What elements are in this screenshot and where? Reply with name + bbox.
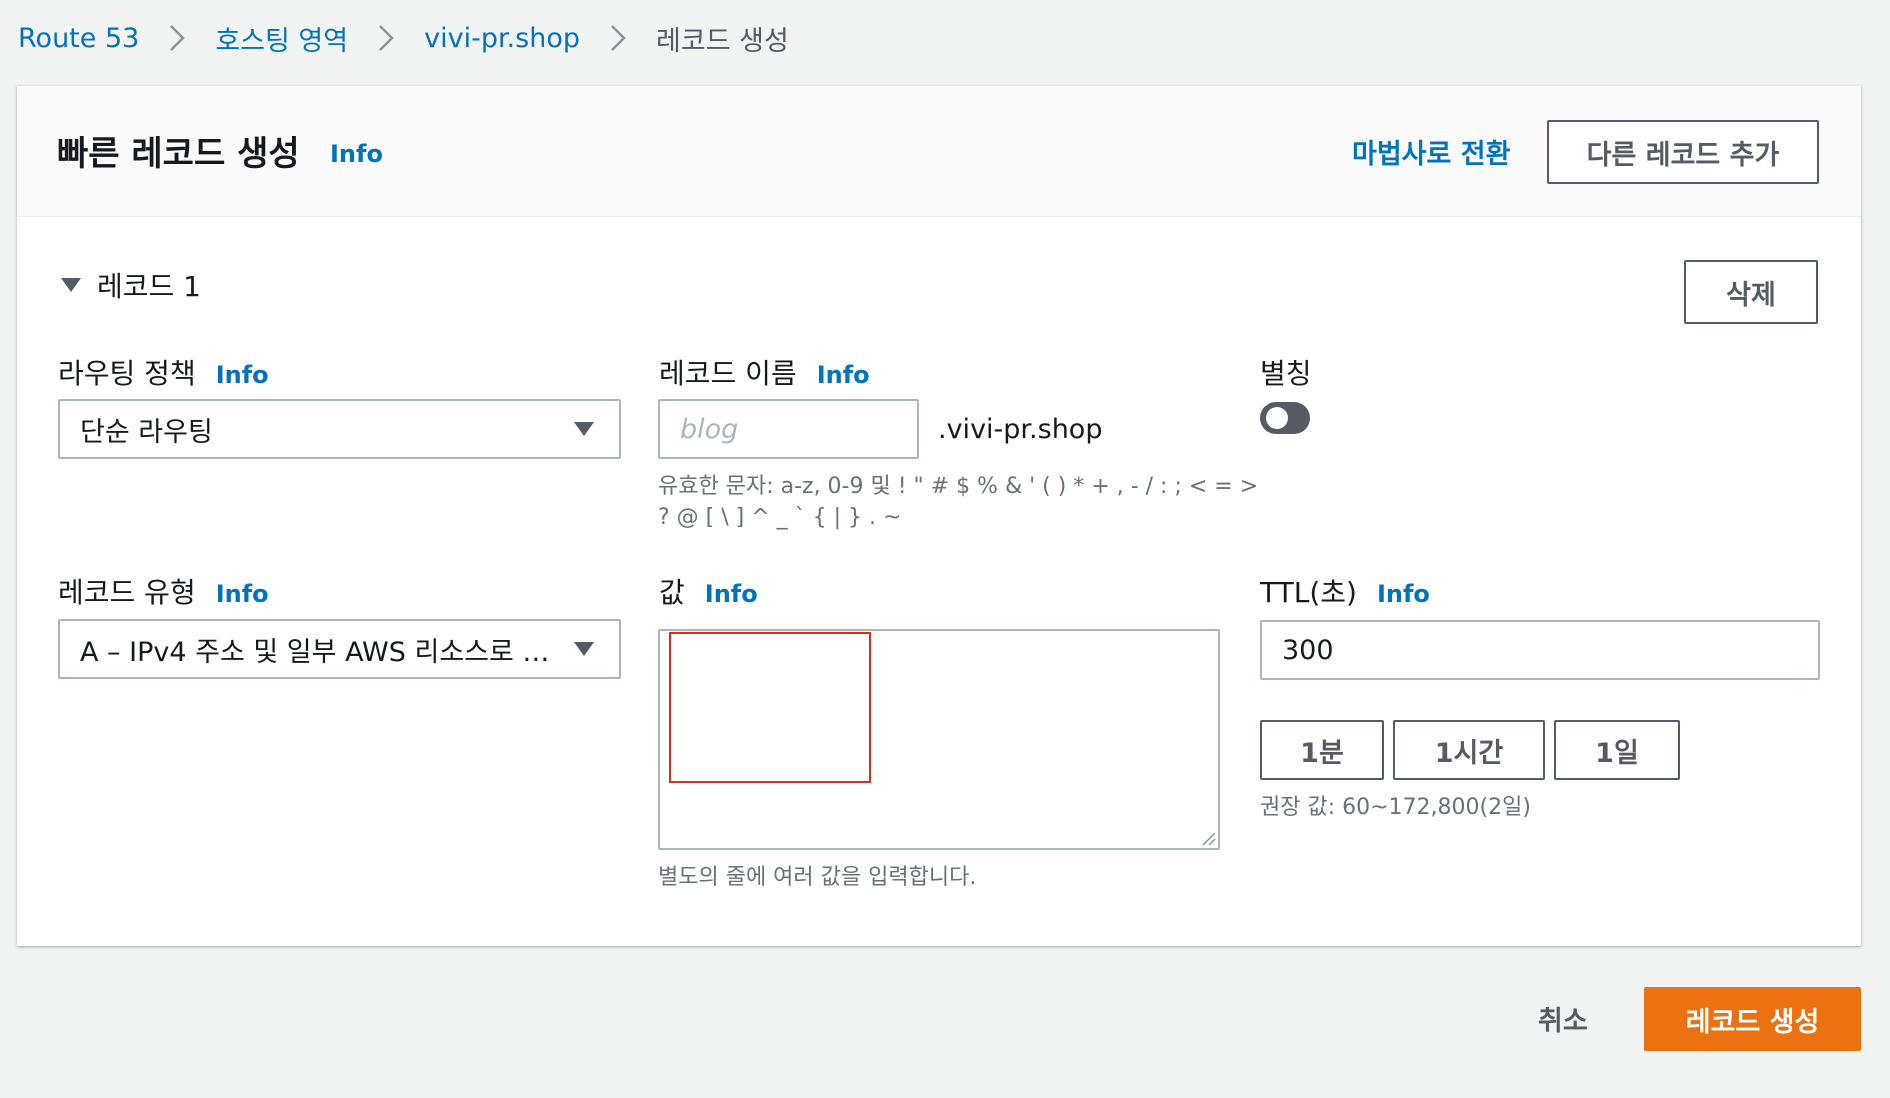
caret-down-icon [574,642,594,656]
record-name-input[interactable] [658,399,919,459]
breadcrumb-zone[interactable]: vivi-pr.shop [424,23,580,54]
ttl-label: TTL(초) Info [1260,571,1430,611]
alias-label: 별칭 [1260,352,1312,392]
chevron-right-icon [580,23,656,53]
ttl-1-hour-button[interactable]: 1시간 [1393,720,1545,780]
delete-record-button[interactable]: 삭제 [1684,260,1818,324]
ttl-1-day-button[interactable]: 1일 [1554,720,1680,780]
record-name-info-link[interactable]: Info [817,361,870,389]
add-another-record-button[interactable]: 다른 레코드 추가 [1547,120,1819,184]
record-type-label: 레코드 유형 Info [58,571,269,611]
create-records-button[interactable]: 레코드 생성 [1644,987,1861,1051]
value-textarea[interactable] [658,629,1220,850]
value-label: 값 Info [659,571,758,611]
record-name-hint: 유효한 문자: a-z, 0-9 및 ! " # $ % & ' ( ) * +… [658,471,1258,533]
ttl-1-minute-button[interactable]: 1분 [1260,720,1384,780]
breadcrumb-current: 레코드 생성 [656,25,789,57]
record-name-domain-suffix: .vivi-pr.shop [938,414,1103,445]
breadcrumb-hosted-zones[interactable]: 호스팅 영역 [215,19,348,58]
record-name-label: 레코드 이름 Info [659,352,870,392]
caret-down-icon [61,278,81,292]
switch-to-wizard-link[interactable]: 마법사로 전환 [1352,132,1510,171]
highlight-box [669,632,871,783]
panel-header: 빠른 레코드 생성 Info 마법사로 전환 다른 레코드 추가 [17,86,1861,217]
caret-down-icon [574,422,594,436]
page-title: 빠른 레코드 생성 [57,134,300,174]
value-info-link[interactable]: Info [705,580,758,608]
record-type-select[interactable]: A – IPv4 주소 및 일부 AWS 리소스로 트래픽 라우팅 [58,619,621,679]
cancel-button[interactable]: 취소 [1538,999,1588,1038]
record-name-label-text: 레코드 이름 [659,357,797,390]
ttl-info-link[interactable]: Info [1377,580,1430,608]
record-type-info-link[interactable]: Info [216,580,269,608]
alias-label-text: 별칭 [1260,357,1312,390]
alias-toggle[interactable] [1260,402,1310,434]
title-info-link[interactable]: Info [330,140,383,168]
routing-policy-select[interactable]: 단순 라우팅 [58,399,621,459]
breadcrumb: Route 53 호스팅 영역 vivi-pr.shop 레코드 생성 [18,18,789,58]
record-name-hint-line1: 유효한 문자: a-z, 0-9 및 ! " # $ % & ' ( ) * +… [658,474,1259,499]
chevron-right-icon [139,23,215,53]
record-type-label-text: 레코드 유형 [58,576,196,609]
toggle-knob [1266,407,1288,429]
value-hint: 별도의 줄에 여러 값을 입력합니다. [658,865,977,890]
resize-handle-icon[interactable] [1200,830,1216,846]
ttl-label-text: TTL(초) [1260,576,1357,609]
value-label-text: 값 [659,576,685,609]
record-1-expander[interactable]: 레코드 1 [59,265,201,305]
quick-create-panel: 빠른 레코드 생성 Info 마법사로 전환 다른 레코드 추가 레코드 1 삭… [17,86,1861,946]
breadcrumb-route53[interactable]: Route 53 [18,23,139,54]
ttl-input[interactable] [1260,620,1820,680]
record-name-hint-line2: ? @ [ \ ] ^ _ ` { | } . ~ [658,505,902,530]
ttl-hint: 권장 값: 60~172,800(2일) [1260,795,1531,820]
routing-policy-value: 단순 라우팅 [80,416,213,448]
record-section-label: 레코드 1 [97,270,201,303]
routing-policy-label: 라우팅 정책 Info [58,352,269,392]
routing-policy-info-link[interactable]: Info [216,361,269,389]
routing-policy-label-text: 라우팅 정책 [58,357,196,390]
chevron-right-icon [348,23,424,53]
record-type-value: A – IPv4 주소 및 일부 AWS 리소스로 트래픽 라우팅 [80,636,557,668]
